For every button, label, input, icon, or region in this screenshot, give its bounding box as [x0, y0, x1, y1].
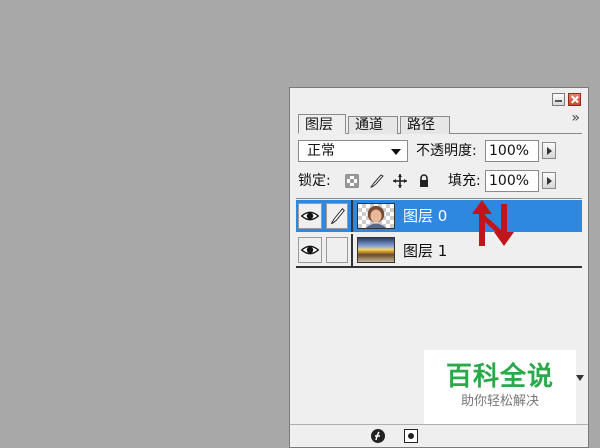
lock-all-icon[interactable] [416, 173, 432, 189]
eye-icon [300, 211, 320, 221]
portrait-thumbnail [365, 205, 387, 228]
lock-label: 锁定: [298, 173, 331, 189]
watermark-title: 百科全说 [445, 362, 554, 392]
opacity-slider-button[interactable] [542, 142, 556, 159]
layer-row[interactable]: 图层 1 [296, 234, 582, 268]
lock-image-pixels-icon[interactable] [368, 173, 384, 189]
layer-thumbnail[interactable] [357, 203, 395, 229]
tab-layers[interactable]: 图层 [298, 114, 346, 134]
paintbrush-icon [330, 208, 345, 224]
visibility-toggle[interactable] [298, 203, 322, 229]
layer-name: 图层 1 [403, 242, 448, 260]
chevron-down-icon [391, 149, 401, 155]
link-toggle[interactable] [326, 203, 348, 229]
lock-transparent-pixels-icon[interactable] [344, 173, 360, 189]
blend-mode-select[interactable]: 正常 [298, 140, 408, 162]
visibility-toggle[interactable] [298, 237, 322, 263]
fill-slider-button[interactable] [542, 172, 556, 189]
watermark-logo: 百科全说 助你轻松解决 [424, 350, 576, 424]
panel-bottom-bar [290, 424, 588, 447]
panel-menu-icon[interactable]: » [571, 110, 580, 126]
layer-style-icon[interactable] [370, 428, 386, 444]
layer-thumbnail[interactable] [357, 237, 395, 263]
minimize-button[interactable] [552, 93, 565, 106]
lock-position-icon[interactable] [392, 173, 408, 189]
lock-fill-row: 锁定: 填充: 100% [298, 170, 588, 192]
layer-mask-icon[interactable] [404, 429, 418, 443]
panel-titlebar [290, 88, 588, 112]
fill-input[interactable]: 100% [485, 170, 539, 192]
close-button[interactable] [568, 93, 581, 106]
panel-tabs: 图层 通道 路径 » [298, 110, 582, 134]
fill-label: 填充: [448, 173, 481, 189]
tab-paths[interactable]: 路径 [400, 116, 450, 134]
divider [351, 200, 353, 232]
layers-list: 图层 0 图层 1 [296, 198, 582, 268]
eye-icon [300, 245, 320, 255]
tab-channels[interactable]: 通道 [348, 116, 398, 134]
blend-mode-value: 正常 [307, 143, 335, 159]
swap-arrows-annotation [472, 200, 514, 246]
opacity-label: 不透明度: [416, 143, 477, 159]
blend-opacity-row: 正常 不透明度: 100% [298, 140, 588, 162]
layer-name: 图层 0 [403, 207, 448, 225]
scroll-down-icon[interactable] [576, 375, 584, 381]
divider [351, 234, 353, 266]
link-toggle[interactable] [326, 237, 348, 263]
watermark-subtitle: 助你轻松解决 [460, 394, 539, 409]
layer-row-selected[interactable]: 图层 0 [296, 200, 582, 232]
opacity-input[interactable]: 100% [485, 140, 539, 162]
